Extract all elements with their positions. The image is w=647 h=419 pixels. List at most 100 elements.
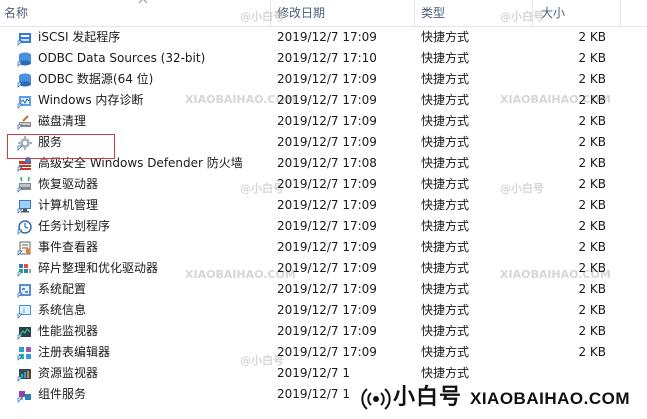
file-size: 2 KB	[578, 72, 606, 86]
column-header-bar: 名称 修改日期 类型 大小	[0, 0, 647, 27]
file-row[interactable]: 碎片整理和优化驱动器 2019/12/7 17:09 快捷方式 2 KB	[0, 258, 647, 279]
file-size: 2 KB	[578, 135, 606, 149]
file-size: 2 KB	[578, 261, 606, 275]
defrag-icon	[17, 264, 31, 277]
file-name: 资源监视器	[38, 366, 99, 380]
file-row[interactable]: 注册表编辑器 2019/12/7 17:09 快捷方式 2 KB	[0, 342, 647, 363]
file-row[interactable]: iSCSI 发起程序 2019/12/7 17:09 快捷方式 2 KB	[0, 27, 647, 48]
file-name: 组件服务	[38, 387, 87, 401]
file-name: ODBC Data Sources (32-bit)	[38, 51, 206, 65]
column-header-type[interactable]: 类型	[417, 0, 529, 26]
file-row[interactable]: 计算机管理 2019/12/7 17:09 快捷方式 2 KB	[0, 195, 647, 216]
column-header-name[interactable]: 名称	[0, 0, 268, 26]
computer-management-icon	[17, 200, 31, 214]
file-size: 2 KB	[578, 51, 606, 65]
column-divider[interactable]	[532, 0, 533, 26]
file-type: 快捷方式	[421, 114, 470, 128]
file-size: 2 KB	[578, 156, 606, 170]
file-type: 快捷方式	[421, 345, 470, 359]
services-highlight-box	[7, 134, 115, 159]
file-name: 计算机管理	[38, 198, 99, 212]
file-list: iSCSI 发起程序 2019/12/7 17:09 快捷方式 2 KB ODBC Da…	[0, 27, 647, 405]
logo-text: 小白号	[393, 385, 463, 410]
file-modified-date: 2019/12/7 17:09	[277, 114, 377, 128]
file-row[interactable]: ODBC 数据源(64 位) 2019/12/7 17:09 快捷方式 2 KB	[0, 69, 647, 90]
file-modified-date: 2019/12/7 17:09	[277, 345, 377, 359]
file-row[interactable]: Windows 内存诊断 2019/12/7 17:09 快捷方式 2 KB	[0, 90, 647, 111]
disk-cleanup-icon	[17, 115, 31, 130]
file-size: 2 KB	[578, 198, 606, 212]
file-name: 性能监视器	[38, 324, 99, 338]
file-name: 事件查看器	[38, 240, 99, 254]
file-row[interactable]: i 系统信息 2019/12/7 17:09 快捷方式 2 KB	[0, 300, 647, 321]
file-type: 快捷方式	[421, 156, 470, 170]
event-viewer-icon	[17, 241, 31, 256]
file-size: 2 KB	[578, 303, 606, 317]
system-config-icon	[17, 284, 31, 298]
file-row[interactable]: 系统配置 2019/12/7 17:09 快捷方式 2 KB	[0, 279, 647, 300]
file-modified-date: 2019/12/7 17:08	[277, 156, 377, 170]
file-modified-date: 2019/12/7 17:09	[277, 303, 377, 317]
registry-editor-icon	[17, 347, 31, 361]
file-type: 快捷方式	[421, 219, 470, 233]
file-size: 2 KB	[578, 345, 606, 359]
file-modified-date: 2019/12/7 17:09	[277, 177, 377, 191]
file-name: 恢复驱动器	[38, 177, 99, 191]
file-name: 注册表编辑器	[38, 345, 111, 359]
file-row[interactable]: ODBC Data Sources (32-bit) 2019/12/7 17:1…	[0, 48, 647, 69]
logo-site-url: XIAOBAIHAO.COM	[470, 389, 630, 408]
column-divider[interactable]	[620, 0, 621, 26]
resource-monitor-icon	[17, 369, 31, 382]
file-row[interactable]: 事件查看器 2019/12/7 17:09 快捷方式 2 KB	[0, 237, 647, 258]
file-type: 快捷方式	[421, 51, 470, 65]
file-size: 2 KB	[578, 282, 606, 296]
file-type: 快捷方式	[421, 72, 470, 86]
odbc-icon	[17, 52, 31, 67]
task-scheduler-icon	[17, 220, 32, 235]
file-name: iSCSI 发起程序	[38, 30, 121, 44]
file-size: 2 KB	[578, 240, 606, 254]
file-name: Windows 内存诊断	[38, 93, 144, 107]
file-modified-date: 2019/12/7 17:10	[277, 51, 377, 65]
file-type: 快捷方式	[421, 240, 470, 254]
file-type: 快捷方式	[421, 324, 470, 338]
file-modified-date: 2019/12/7 17:09	[277, 198, 377, 212]
recovery-drive-icon	[17, 177, 31, 193]
file-name: 任务计划程序	[38, 219, 111, 233]
file-modified-date: 2019/12/7 17:09	[277, 282, 377, 296]
file-modified-date: 2019/12/7 17:09	[277, 219, 377, 233]
file-modified-date: 2019/12/7 17:09	[277, 261, 377, 275]
file-type: 快捷方式	[421, 177, 470, 191]
column-divider[interactable]	[414, 0, 415, 26]
iscsi-icon	[17, 33, 31, 46]
file-name: 磁盘清理	[38, 114, 87, 128]
file-modified-date: 2019/12/7 17:09	[277, 93, 377, 107]
svg-text:i: i	[23, 307, 25, 315]
file-size: 2 KB	[578, 114, 606, 128]
file-size: 2 KB	[578, 324, 606, 338]
file-type: 快捷方式	[421, 135, 470, 149]
column-header-size[interactable]: 大小	[537, 0, 617, 26]
file-row[interactable]: 性能监视器 2019/12/7 17:09 快捷方式 2 KB	[0, 321, 647, 342]
column-header-modified[interactable]: 修改日期	[273, 0, 413, 26]
system-info-icon: i	[17, 305, 31, 319]
broadcast-waves-icon	[361, 388, 391, 410]
file-type: 快捷方式	[421, 93, 470, 107]
file-row[interactable]: 任务计划程序 2019/12/7 17:09 快捷方式 2 KB	[0, 216, 647, 237]
file-name: 系统配置	[38, 282, 87, 296]
file-name: ODBC 数据源(64 位)	[38, 72, 154, 86]
file-name: 碎片整理和优化驱动器	[38, 261, 159, 275]
file-size: 2 KB	[578, 177, 606, 191]
file-type: 快捷方式	[421, 30, 470, 44]
file-row[interactable]: 恢复驱动器 2019/12/7 17:09 快捷方式 2 KB	[0, 174, 647, 195]
site-logo: 小白号 XIAOBAIHAO.COM	[357, 379, 647, 419]
column-divider[interactable]	[270, 0, 271, 26]
file-row[interactable]: 磁盘清理 2019/12/7 17:09 快捷方式 2 KB	[0, 111, 647, 132]
file-type: 快捷方式	[421, 303, 470, 317]
file-modified-date: 2019/12/7 17:09	[277, 72, 377, 86]
performance-monitor-icon	[17, 327, 31, 340]
file-modified-date: 2019/12/7 17:09	[277, 240, 377, 254]
component-services-icon	[17, 391, 31, 403]
file-modified-date: 2019/12/7 17:09	[277, 30, 377, 44]
file-type: 快捷方式	[421, 282, 470, 296]
